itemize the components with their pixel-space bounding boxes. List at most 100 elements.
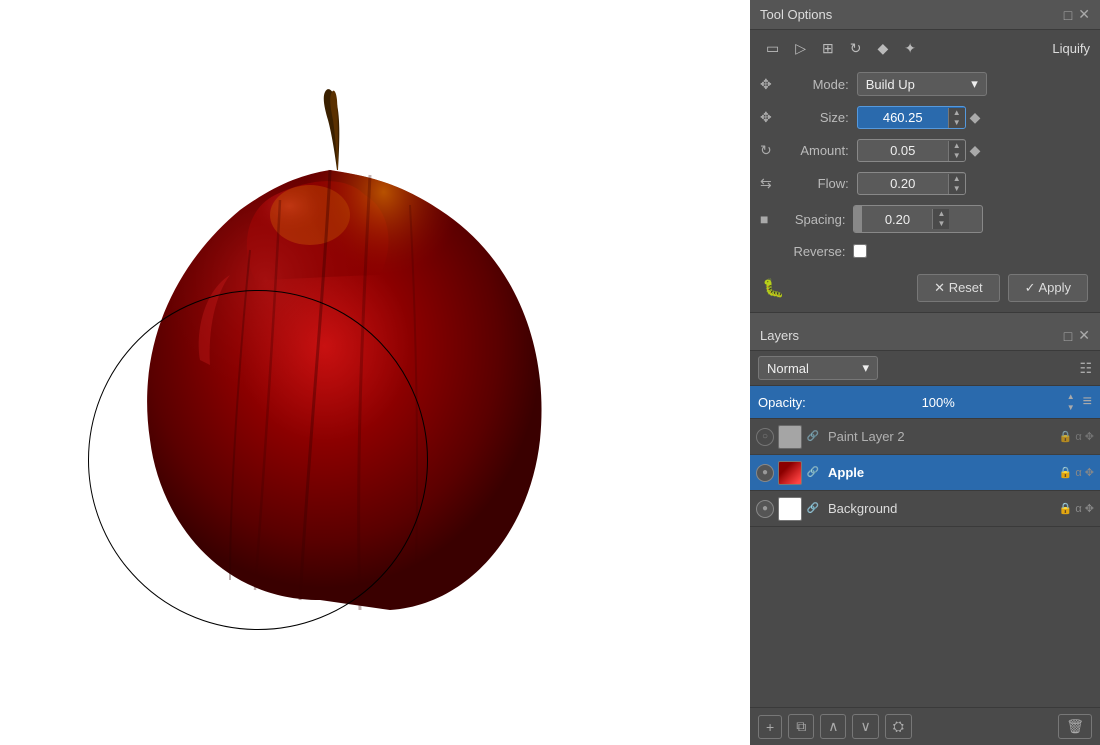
- layer-icons-apple: 🔒 α ✥: [1059, 466, 1094, 479]
- layers-restore-icon[interactable]: □: [1064, 328, 1072, 344]
- layer-lock-icon-apple[interactable]: 🔒: [1059, 466, 1073, 479]
- tool-rect-icon[interactable]: ▭: [760, 36, 785, 61]
- mode-dropdown[interactable]: Build Up ▾: [857, 72, 987, 96]
- duplicate-layer-button[interactable]: ⧉: [788, 714, 814, 739]
- add-layer-button[interactable]: +: [758, 715, 782, 739]
- action-row: 🐛 ✕ Reset ✓ Apply: [750, 264, 1100, 312]
- layer-properties-button[interactable]: ⛭: [885, 714, 912, 739]
- reverse-control: [853, 244, 1090, 258]
- layer-eye-paint-layer-2[interactable]: ○: [756, 428, 774, 446]
- spacing-up-btn[interactable]: ▲: [933, 209, 949, 219]
- reverse-label: Reverse:: [780, 244, 845, 259]
- layer-alpha-icon-background[interactable]: α: [1075, 503, 1081, 515]
- tool-rotate-icon[interactable]: ↻: [844, 36, 868, 61]
- size-down-btn[interactable]: ▼: [949, 118, 965, 128]
- amount-input[interactable]: [858, 140, 948, 161]
- amount-up-btn[interactable]: ▲: [949, 141, 965, 151]
- flow-input[interactable]: [858, 173, 948, 194]
- size-up-btn[interactable]: ▲: [949, 108, 965, 118]
- apply-button[interactable]: ✓ Apply: [1008, 274, 1088, 302]
- amount-input-wrap: ▲ ▼: [857, 139, 966, 162]
- flow-up-btn[interactable]: ▲: [949, 174, 965, 184]
- spacing-down-btn[interactable]: ▼: [933, 219, 949, 229]
- tool-arrow-icon[interactable]: ▷: [789, 36, 812, 61]
- amount-label: Amount:: [784, 143, 849, 158]
- amount-down-btn[interactable]: ▼: [949, 151, 965, 161]
- chevron-down-icon: ▾: [971, 76, 978, 92]
- layer-lock-icon-background[interactable]: 🔒: [1059, 502, 1073, 515]
- layer-row-background[interactable]: ● 🔗 Background 🔒 α ✥: [750, 491, 1100, 527]
- spacing-spinners: ▲ ▼: [932, 209, 949, 229]
- tool-options-panel: Tool Options □ ✕ ▭ ▷ ⊞ ↻ ◆ ✦ Liquify ✥ M…: [750, 0, 1100, 313]
- reverse-checkbox[interactable]: [853, 244, 867, 258]
- apply-check-icon: ✓: [1025, 280, 1036, 295]
- liquify-label: Liquify: [1052, 41, 1090, 56]
- apply-label: Apply: [1038, 280, 1071, 295]
- reset-x-icon: ✕: [934, 280, 945, 295]
- move-layer-up-button[interactable]: ∨: [852, 714, 878, 739]
- layer-extra-icon-background[interactable]: ✥: [1085, 502, 1094, 515]
- canvas-content[interactable]: [0, 0, 750, 745]
- mode-label: Mode:: [784, 77, 849, 92]
- flow-control: ▲ ▼: [857, 172, 1090, 195]
- tool-grid-icon[interactable]: ⊞: [816, 36, 840, 61]
- layers-panel: Layers □ ✕ Normal ▾ ☷ Opacity: 100% ▲ ▼ …: [750, 321, 1100, 745]
- layer-chain-background: 🔗: [806, 502, 820, 516]
- amount-reset-icon[interactable]: ◆: [970, 142, 981, 159]
- spacing-label: Spacing:: [780, 212, 845, 227]
- layer-row-apple[interactable]: ● 🔗 Apple 🔒 α ✥: [750, 455, 1100, 491]
- layers-close-icon[interactable]: ✕: [1078, 327, 1090, 344]
- amount-control: ▲ ▼ ◆: [857, 139, 1090, 162]
- layer-name-apple: Apple: [824, 465, 1055, 480]
- spacing-row: ■ Spacing: ▲ ▼: [750, 200, 1100, 238]
- move-layer-down-button[interactable]: ∧: [820, 714, 846, 739]
- tool-select-icon[interactable]: ✦: [898, 36, 922, 61]
- size-spinners: ▲ ▼: [948, 108, 965, 128]
- layer-alpha-icon-apple[interactable]: α: [1075, 467, 1081, 479]
- opacity-row: Opacity: 100% ▲ ▼ ≡: [750, 386, 1100, 419]
- delete-layer-button[interactable]: 🗑: [1058, 714, 1092, 739]
- flow-down-btn[interactable]: ▼: [949, 184, 965, 194]
- layer-eye-background[interactable]: ●: [756, 500, 774, 518]
- tool-options-title: Tool Options: [760, 7, 832, 22]
- size-label: Size:: [784, 110, 849, 125]
- amount-spinners: ▲ ▼: [948, 141, 965, 161]
- reverse-checkbox-wrap: [853, 244, 867, 258]
- layers-blend-row: Normal ▾ ☷: [750, 351, 1100, 386]
- reset-label: Reset: [949, 280, 983, 295]
- mode-icon: ✥: [760, 76, 772, 93]
- tool-options-header-icons: □ ✕: [1064, 6, 1090, 23]
- layer-alpha-icon-paint-layer-2[interactable]: α: [1075, 431, 1081, 443]
- blend-mode-dropdown[interactable]: Normal ▾: [758, 356, 878, 380]
- layers-bottom-bar: + ⧉ ∧ ∨ ⛭ 🗑: [750, 707, 1100, 745]
- fruit-image: [100, 80, 650, 700]
- bug-icon[interactable]: 🐛: [762, 278, 784, 299]
- opacity-up-btn[interactable]: ▲: [1063, 391, 1079, 402]
- opacity-down-btn[interactable]: ▼: [1063, 402, 1079, 413]
- close-icon[interactable]: ✕: [1078, 6, 1090, 23]
- layer-extra-icon-paint-layer-2[interactable]: ✥: [1085, 430, 1094, 443]
- layers-filter-icon[interactable]: ☷: [1079, 360, 1092, 377]
- flow-icon: ⇆: [760, 175, 772, 192]
- flow-row: ⇆ Flow: ▲ ▼: [750, 167, 1100, 200]
- layer-lock-icon-paint-layer-2[interactable]: 🔒: [1059, 430, 1073, 443]
- spacing-input-wrap: ▲ ▼: [853, 205, 983, 233]
- spacing-input[interactable]: [862, 209, 932, 230]
- layer-extra-icon-apple[interactable]: ✥: [1085, 466, 1094, 479]
- size-input[interactable]: [858, 107, 948, 128]
- layer-eye-apple[interactable]: ●: [756, 464, 774, 482]
- tool-diamond-icon[interactable]: ◆: [871, 36, 894, 61]
- layer-icons-paint-layer-2: 🔒 α ✥: [1059, 430, 1094, 443]
- spacing-icon: ■: [760, 211, 768, 227]
- amount-icon: ↻: [760, 142, 772, 159]
- reset-button[interactable]: ✕ Reset: [917, 274, 1000, 302]
- layer-thumb-paint-layer-2: [778, 425, 802, 449]
- size-icon: ✥: [760, 109, 772, 126]
- flow-label: Flow:: [784, 176, 849, 191]
- restore-icon[interactable]: □: [1064, 7, 1072, 23]
- size-control: ▲ ▼ ◆: [857, 106, 1090, 129]
- size-reset-icon[interactable]: ◆: [970, 109, 981, 126]
- layer-row-paint-layer-2[interactable]: ○ 🔗 Paint Layer 2 🔒 α ✥: [750, 419, 1100, 455]
- layer-menu-icon[interactable]: ≡: [1083, 393, 1092, 411]
- layers-title: Layers: [760, 328, 799, 343]
